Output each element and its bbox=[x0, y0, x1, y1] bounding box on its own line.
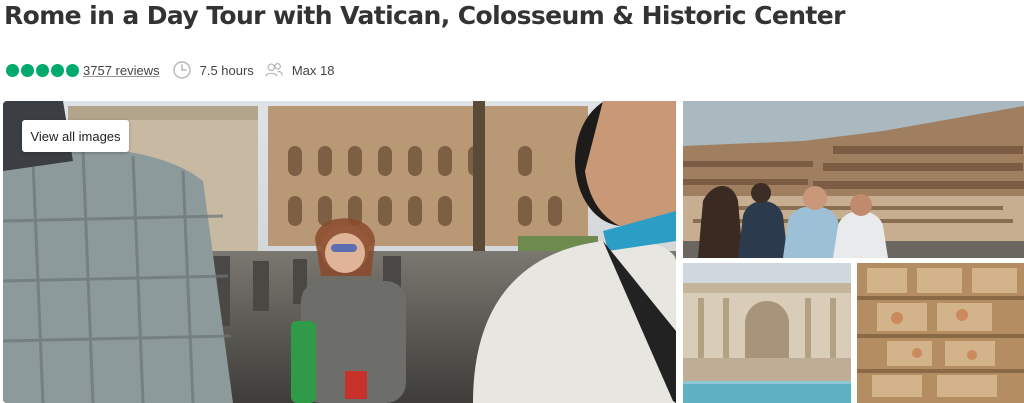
rating-bubble-icon bbox=[21, 63, 34, 77]
rating-bubble-icon bbox=[36, 63, 49, 77]
rating-bubble-icon bbox=[66, 63, 79, 77]
photo-gallery: View all images bbox=[3, 101, 1024, 403]
group-icon bbox=[264, 60, 284, 80]
duration-text: 7.5 hours bbox=[199, 62, 254, 78]
photo-colosseum-interior[interactable] bbox=[683, 101, 1024, 258]
main-photo-guide-forum[interactable]: View all images bbox=[3, 101, 676, 403]
rating-bubbles bbox=[6, 63, 79, 77]
group-size-text: Max 18 bbox=[291, 62, 335, 78]
rating-bubble-icon bbox=[51, 63, 64, 77]
photo-sistine-chapel-ceiling[interactable] bbox=[857, 263, 1024, 403]
tour-meta: 3757 reviews 7.5 hours Max 18 bbox=[6, 59, 344, 81]
rating-bubble-icon bbox=[6, 63, 19, 77]
view-all-images-button[interactable]: View all images bbox=[22, 120, 129, 152]
photo-trevi-fountain[interactable] bbox=[683, 263, 851, 403]
reviews-link[interactable]: 3757 reviews bbox=[83, 63, 160, 78]
page-title: Rome in a Day Tour with Vatican, Colosse… bbox=[4, 1, 845, 30]
clock-icon bbox=[172, 60, 192, 80]
